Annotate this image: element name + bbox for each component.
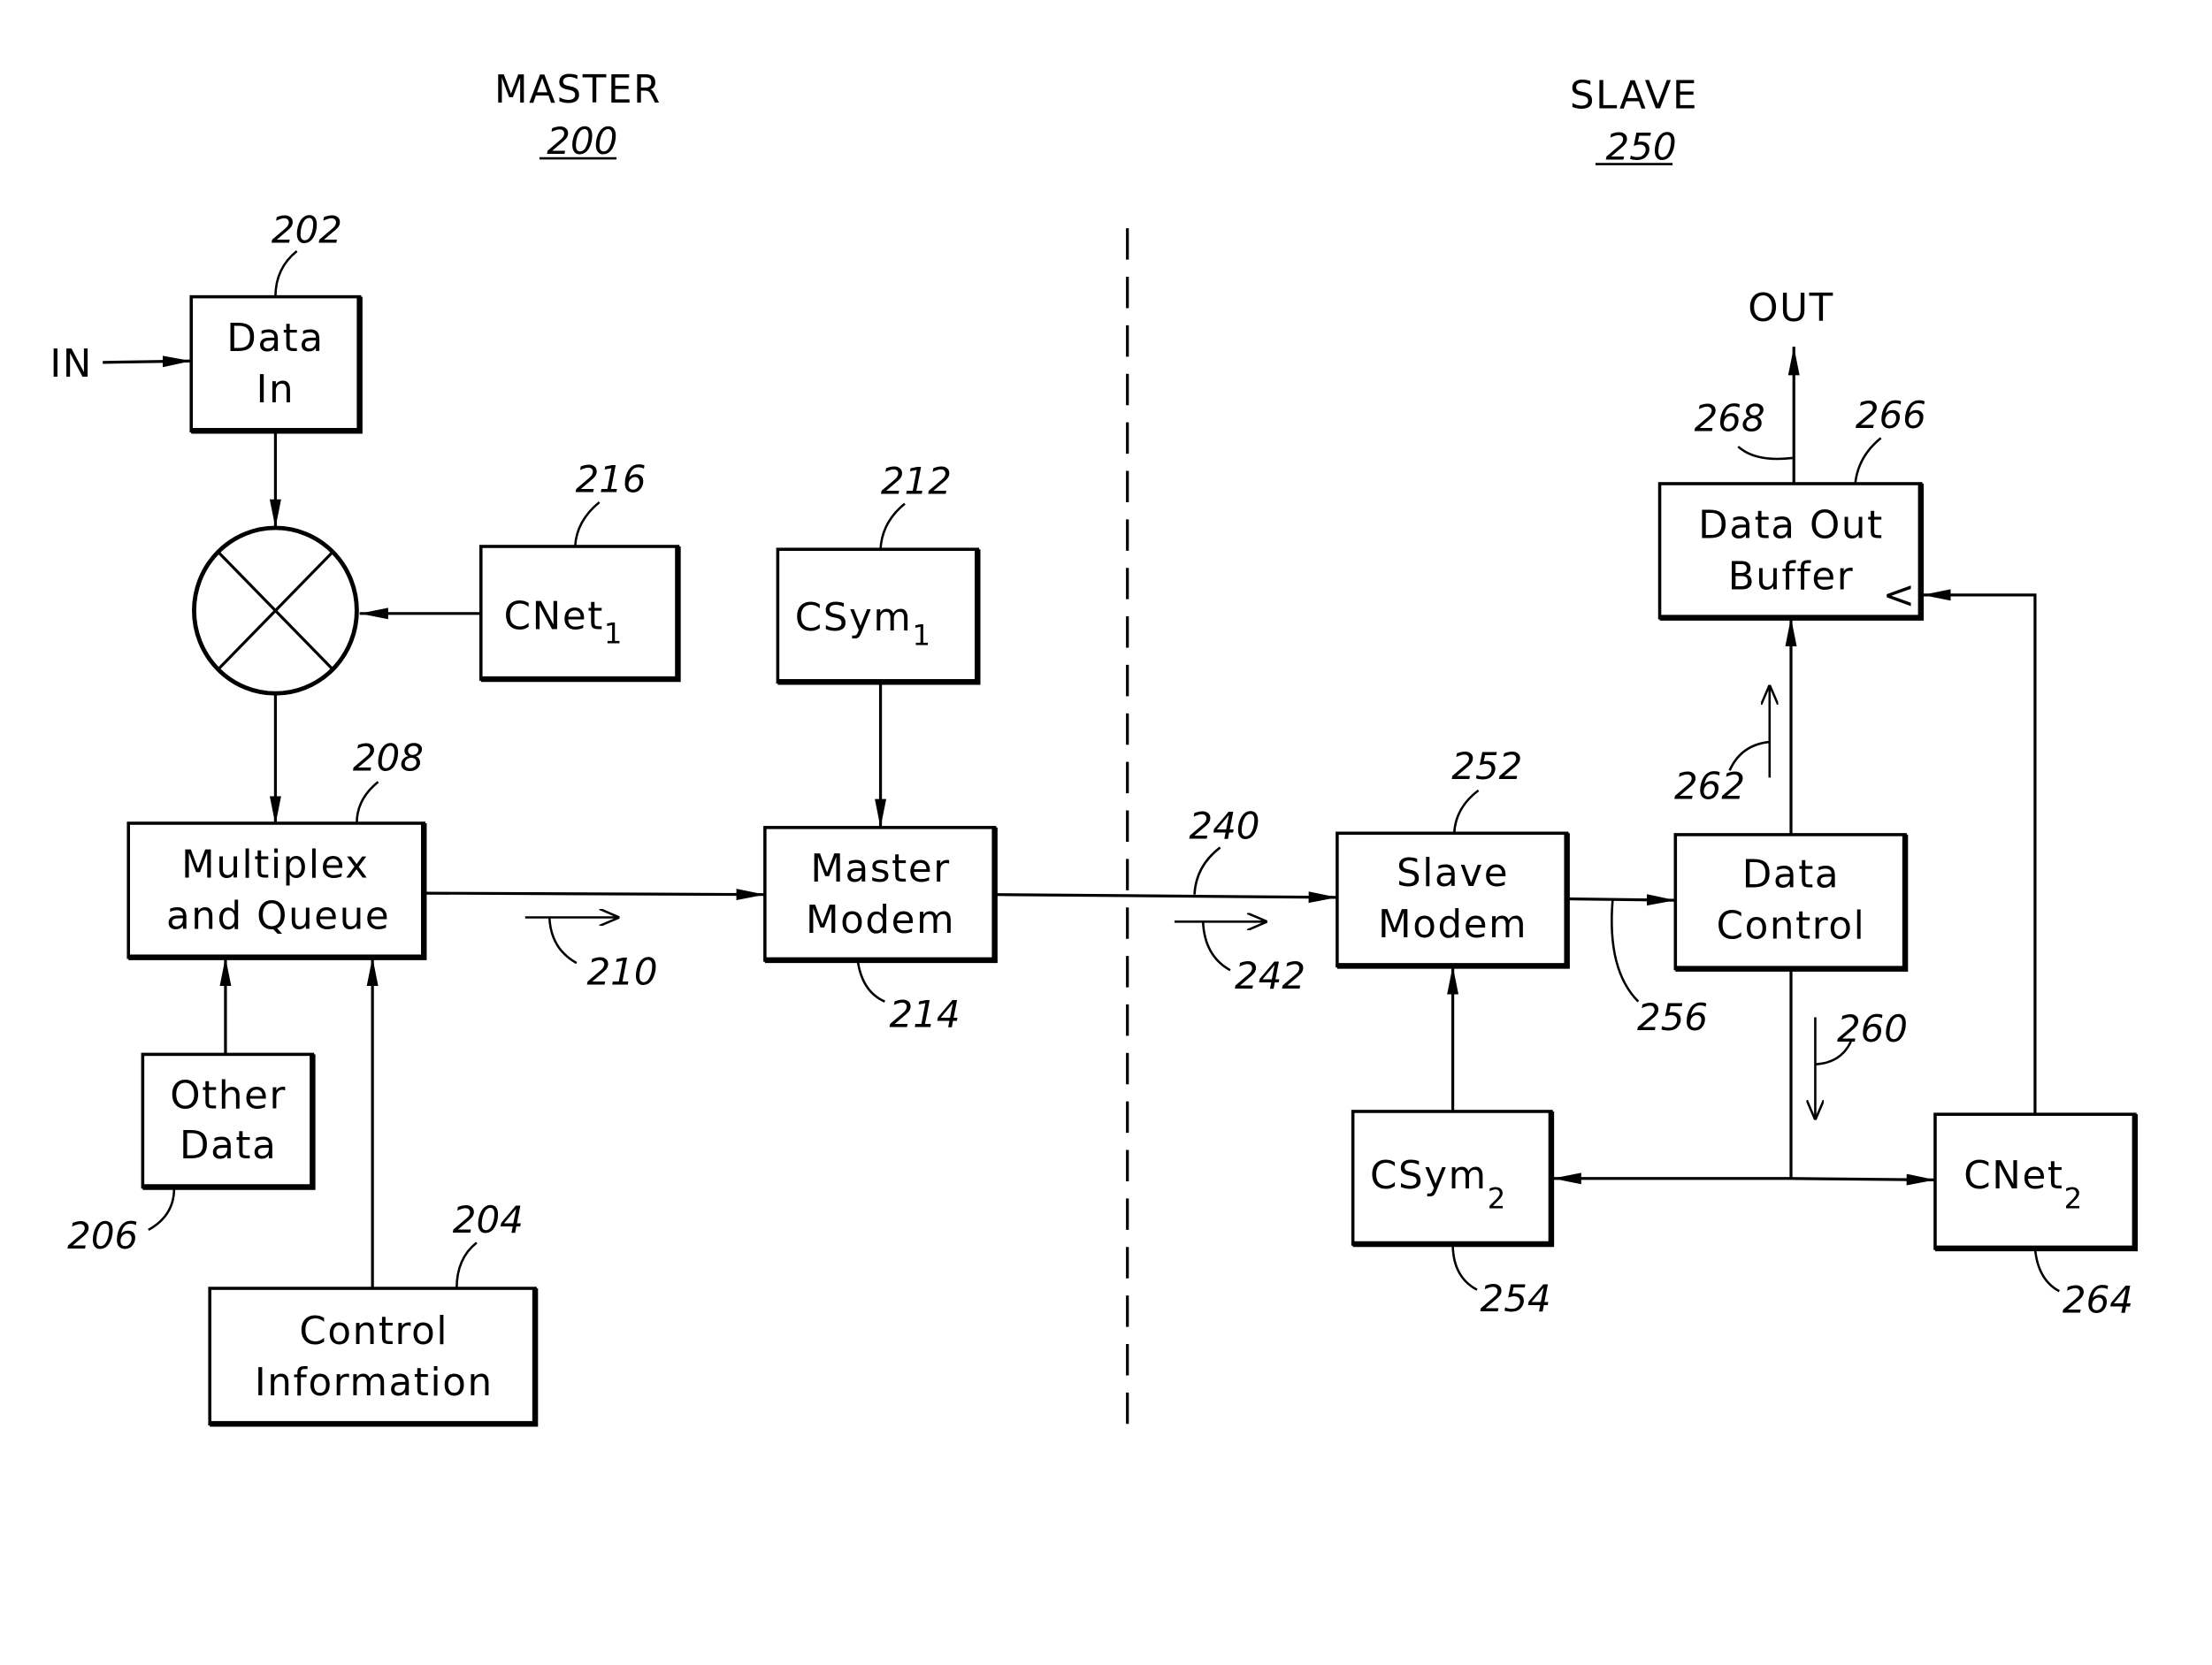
cnet2-leader <box>2033 1248 2060 1293</box>
master-modem-block[interactable]: Master Modem <box>763 826 998 964</box>
multiplex-queue-block[interactable]: Multiplex and Queue <box>126 821 427 960</box>
flow-262-ref: 262 <box>1674 765 1745 808</box>
out-line-leader <box>1737 446 1793 461</box>
out-terminal-label: OUT <box>1748 286 1834 331</box>
data-out-buffer-block[interactable]: Data Out Buffer < <box>1657 482 1925 621</box>
multiplex-to-master-modem-arrow <box>424 889 765 901</box>
multiplex-leader <box>356 781 379 824</box>
mixer-multiplier-icon <box>192 525 359 696</box>
flow-256-leader <box>1611 900 1640 1003</box>
data-control-label-line2: Control <box>1717 905 1866 949</box>
slave-title: SLAVE <box>1570 74 1698 118</box>
data-in-label-line1: Data <box>226 317 324 361</box>
data-out-buffer-ref: 266 <box>1856 393 1926 437</box>
data-out-buffer-label-line2: Buffer <box>1728 554 1855 599</box>
other-data-ref: 206 <box>67 1214 138 1257</box>
data-control-label-line1: Data <box>1742 853 1840 897</box>
slave-ref: 250 <box>1606 126 1677 169</box>
slave-modem-label-line1: Slave <box>1397 852 1509 896</box>
data-in-leader <box>274 249 298 297</box>
control-info-label-line1: Control <box>299 1310 448 1354</box>
master-modem-label-line1: Master <box>810 847 950 891</box>
master-to-slave-link <box>994 891 1337 904</box>
other-data-label-line2: Data <box>180 1124 277 1168</box>
csym1-leader <box>879 502 906 550</box>
cnet1-leader <box>573 500 601 547</box>
link-direction-ref: 242 <box>1235 954 1305 997</box>
data-out-buffer-label-line1: Data Out <box>1698 503 1884 547</box>
master-heading: MASTER 200 <box>494 68 662 163</box>
csym2-ref: 254 <box>1481 1277 1551 1320</box>
csym2-block[interactable]: CSym2 <box>1351 1110 1555 1248</box>
multiplex-label-line2: and Queue <box>166 894 390 938</box>
data-in-ref: 202 <box>272 208 342 251</box>
master-slave-block-diagram: MASTER 200 SLAVE 250 IN Data In 202 CNet… <box>50 68 2139 1427</box>
bus-to-cnet2-arrow <box>1790 1173 1935 1186</box>
cnet1-block[interactable]: CNet1 <box>478 545 681 683</box>
master-title: MASTER <box>494 68 662 112</box>
cnet2-ref: 264 <box>2063 1278 2133 1321</box>
flow-260-ref: 260 <box>1837 1007 1908 1050</box>
out-line-ref: 268 <box>1695 396 1765 439</box>
slave-modem-ref: 252 <box>1451 745 1522 788</box>
data-out-buffer-leader <box>1854 437 1882 485</box>
other-data-label-line1: Other <box>170 1074 287 1119</box>
link-direction-leader <box>1201 921 1231 972</box>
in-terminal-label: IN <box>50 342 93 386</box>
master-modem-label-line2: Modem <box>806 898 955 943</box>
control-information-block[interactable]: Control Information <box>208 1287 539 1427</box>
other-data-block[interactable]: Other Data <box>141 1052 316 1190</box>
master-modem-leader <box>856 959 885 1003</box>
slave-modem-block[interactable]: Slave Modem <box>1336 831 1570 969</box>
slave-modem-label-line2: Modem <box>1378 903 1527 947</box>
slave-heading: SLAVE 250 <box>1570 74 1698 169</box>
clock-input-marker: < <box>1883 573 1917 617</box>
csym1-ref: 212 <box>881 459 952 502</box>
csym1-block[interactable]: CSym1 <box>776 547 981 685</box>
cnet2-block[interactable]: CNet2 <box>1933 1112 2139 1252</box>
multiplex-label-line1: Multiplex <box>181 843 370 887</box>
cnet1-ref: 216 <box>576 458 647 501</box>
data-in-block[interactable]: Data In <box>189 294 363 434</box>
control-info-ref: 204 <box>453 1198 524 1241</box>
flow-210-leader <box>547 917 578 965</box>
multiplex-ref: 208 <box>353 736 424 779</box>
slave-modem-to-data-control-arrow <box>1566 894 1676 906</box>
other-data-leader <box>148 1188 176 1231</box>
slave-modem-leader <box>1452 789 1480 834</box>
link-leader <box>1193 846 1221 895</box>
cnet2-to-buffer-clock-arrow <box>1922 589 2037 1115</box>
master-modem-ref: 214 <box>890 993 961 1036</box>
control-info-label-line2: Information <box>255 1361 494 1405</box>
data-in-label-line2: In <box>256 368 295 412</box>
flow-210-ref: 210 <box>586 950 657 993</box>
link-ref: 240 <box>1189 805 1259 848</box>
in-arrow <box>103 355 192 368</box>
data-control-block[interactable]: Data Control <box>1673 833 1909 972</box>
csym2-leader <box>1451 1244 1478 1291</box>
flow-256-ref: 256 <box>1637 996 1708 1039</box>
control-info-leader <box>455 1241 478 1289</box>
master-ref: 200 <box>547 119 617 163</box>
